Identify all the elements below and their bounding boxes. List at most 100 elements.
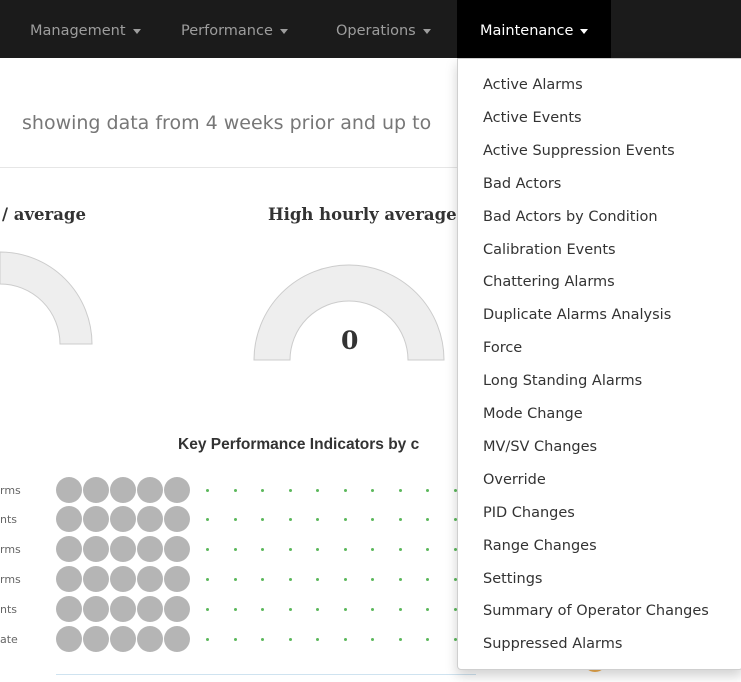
caret-down-icon [580, 28, 589, 34]
kpi-dot [316, 608, 319, 611]
menu-item-5[interactable]: Calibration Events [483, 241, 616, 259]
kpi-dot [371, 518, 374, 521]
gauge-title-high-hourly: High hourly average [268, 205, 457, 224]
kpi-bubble [110, 566, 136, 592]
kpi-dot [343, 578, 347, 581]
kpi-dot [371, 548, 374, 551]
menu-item-4[interactable]: Bad Actors by Condition [483, 208, 658, 226]
nav-management-label: Management [30, 23, 126, 39]
maintenance-dropdown-menu: Active Alarms Active Events Active Suppres… [457, 58, 741, 670]
kpi-dot [206, 578, 209, 581]
kpi-dot [426, 489, 429, 492]
kpi-row-label: rms [0, 543, 21, 556]
kpi-dot [233, 578, 237, 581]
nav-management[interactable]: Management [30, 0, 141, 58]
kpi-bubble [83, 626, 109, 652]
menu-item-13[interactable]: PID Changes [483, 504, 575, 522]
menu-item-17[interactable]: Suppressed Alarms [483, 635, 622, 653]
menu-item-7[interactable]: Duplicate Alarms Analysis [483, 306, 671, 324]
kpi-bubble [164, 566, 190, 592]
kpi-dot [206, 608, 209, 611]
kpi-dot [288, 608, 292, 611]
kpi-dot [371, 489, 374, 492]
kpi-dot [398, 489, 402, 492]
kpi-dot [426, 548, 429, 551]
kpi-dot [233, 548, 237, 551]
kpi-bubble [110, 477, 136, 503]
menu-item-12[interactable]: Override [483, 471, 546, 489]
nav-performance[interactable]: Performance [181, 0, 288, 58]
kpi-chart-title: Key Performance Indicators by c [178, 436, 420, 453]
menu-item-15[interactable]: Settings [483, 570, 542, 588]
kpi-dot [233, 638, 237, 641]
kpi-baseline [56, 674, 476, 675]
kpi-dot [316, 548, 319, 551]
kpi-bubble [164, 477, 190, 503]
kpi-dot [206, 489, 209, 492]
kpi-dot [398, 548, 402, 551]
kpi-dot [371, 578, 374, 581]
menu-item-16[interactable]: Summary of Operator Changes [483, 602, 709, 620]
kpi-dot [426, 518, 429, 521]
kpi-bubble [56, 477, 82, 503]
nav-operations[interactable]: Operations [336, 0, 431, 58]
kpi-dot [316, 518, 319, 521]
kpi-dot [233, 608, 237, 611]
kpi-bubble [110, 626, 136, 652]
kpi-dot [261, 489, 264, 492]
kpi-dot [316, 578, 319, 581]
kpi-dot [343, 489, 347, 492]
menu-item-6[interactable]: Chattering Alarms [483, 273, 615, 291]
kpi-bubble [83, 536, 109, 562]
kpi-bubble [56, 596, 82, 622]
kpi-dot [371, 608, 374, 611]
caret-down-icon [279, 28, 288, 34]
kpi-bubble [110, 596, 136, 622]
kpi-bubble [164, 596, 190, 622]
kpi-dot [288, 638, 292, 641]
kpi-dot [426, 638, 429, 641]
menu-item-1[interactable]: Active Events [483, 109, 582, 127]
caret-down-icon [132, 28, 141, 34]
menu-item-10[interactable]: Mode Change [483, 405, 583, 423]
kpi-dot [398, 578, 402, 581]
kpi-dot [398, 608, 402, 611]
menu-item-9[interactable]: Long Standing Alarms [483, 372, 642, 390]
kpi-bubble [137, 626, 163, 652]
kpi-row-label: nts [0, 513, 18, 526]
menu-item-3[interactable]: Bad Actors [483, 175, 561, 193]
date-range-subtitle: showing data from 4 weeks prior and up t… [22, 112, 432, 134]
menu-item-2[interactable]: Active Suppression Events [483, 142, 675, 160]
kpi-dot [288, 578, 292, 581]
kpi-bubble [164, 626, 190, 652]
kpi-row-label: rms [0, 484, 21, 497]
kpi-bubble [137, 536, 163, 562]
kpi-dot [316, 638, 319, 641]
page-frame: Management Performance Operations Mainte… [0, 0, 741, 682]
kpi-row-label: rms [0, 573, 21, 586]
nav-performance-label: Performance [181, 23, 273, 39]
kpi-bubble [56, 626, 82, 652]
kpi-dot [316, 489, 319, 492]
nav-maintenance[interactable]: Maintenance [457, 0, 612, 58]
menu-item-14[interactable]: Range Changes [483, 537, 597, 555]
gauge-average [0, 251, 93, 345]
kpi-dot [288, 518, 292, 521]
kpi-dot [206, 518, 209, 521]
menu-item-8[interactable]: Force [483, 339, 522, 357]
kpi-dot [233, 489, 237, 492]
kpi-dot [261, 548, 264, 551]
kpi-dot [261, 518, 264, 521]
menu-item-11[interactable]: MV/SV Changes [483, 438, 597, 456]
kpi-bubble [83, 596, 109, 622]
kpi-bubble [56, 566, 82, 592]
gauge-title-average: / average [2, 205, 86, 224]
top-navbar: Management Performance Operations Mainte… [0, 0, 741, 58]
kpi-bubble [83, 477, 109, 503]
kpi-bubble [164, 506, 190, 532]
nav-operations-label: Operations [336, 23, 416, 39]
kpi-dot [261, 578, 264, 581]
menu-item-0[interactable]: Active Alarms [483, 76, 583, 94]
kpi-dot [343, 638, 347, 641]
kpi-bubble [83, 506, 109, 532]
